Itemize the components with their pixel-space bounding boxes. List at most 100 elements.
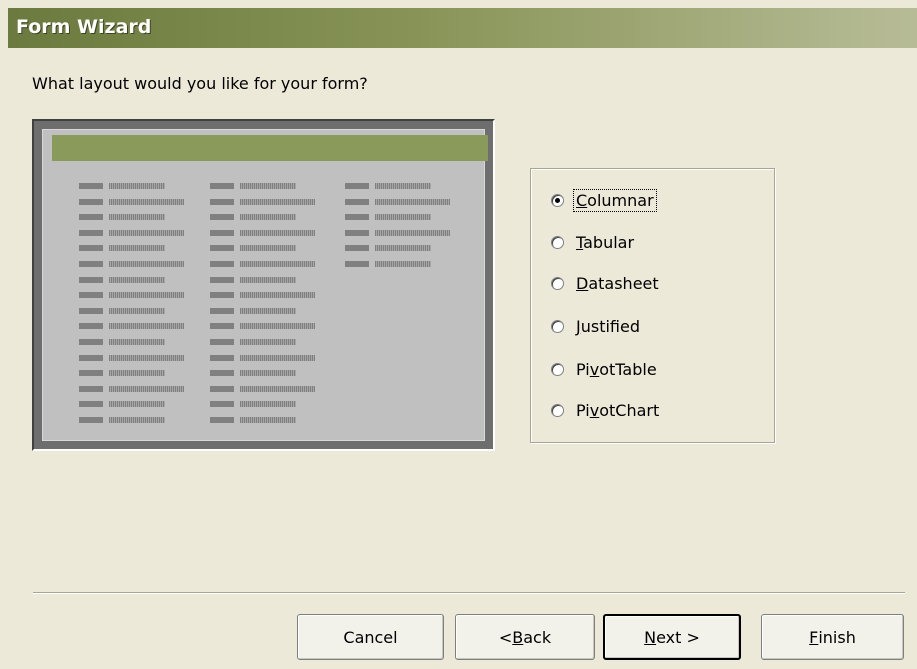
preview-field-label: [210, 292, 234, 299]
preview-field-label: [210, 214, 234, 221]
preview-field-value: [240, 307, 296, 314]
preview-field-value: [240, 276, 296, 283]
preview-form: [42, 129, 488, 441]
preview-field-value: [240, 323, 315, 330]
preview-field-value: [240, 401, 296, 408]
preview-field-label: [210, 245, 234, 252]
preview-field-label: [79, 183, 103, 189]
preview-header: [52, 135, 488, 161]
preview-field-label: [345, 261, 369, 267]
layout-prompt: What layout would you like for your form…: [32, 74, 368, 93]
option-columnar[interactable]: Columnar: [551, 188, 657, 212]
preview-field-value: [240, 198, 315, 205]
radio-datasheet[interactable]: [551, 276, 564, 290]
preview-field-value: [240, 261, 315, 267]
preview-field-value: [109, 339, 165, 345]
preview-field-label: [79, 292, 103, 299]
preview-field-label: [79, 261, 103, 267]
layout-options-group: Columnar Tabular Datasheet Justified Piv…: [530, 168, 775, 443]
preview-field-label: [79, 307, 103, 314]
preview-field-value: [240, 370, 296, 377]
preview-field-label: [210, 385, 234, 392]
radio-pivottable[interactable]: [551, 362, 564, 376]
preview-field-label: [79, 323, 103, 330]
preview-field-value: [240, 214, 296, 221]
preview-field-value: [109, 245, 165, 252]
option-label-columnar[interactable]: Columnar: [573, 188, 657, 212]
preview-field-label: [345, 245, 369, 252]
preview-field-value: [375, 198, 450, 205]
cancel-button[interactable]: Cancel: [297, 614, 444, 660]
button-divider: [33, 592, 905, 594]
preview-field-label: [210, 276, 234, 283]
radio-justified[interactable]: [551, 319, 564, 333]
radio-tabular[interactable]: [551, 235, 564, 249]
preview-field-label: [210, 417, 234, 423]
preview-field-value: [240, 417, 296, 423]
preview-field-label: [210, 354, 234, 361]
preview-field-label: [210, 198, 234, 205]
option-label-tabular[interactable]: Tabular: [574, 232, 636, 253]
preview-field-value: [240, 183, 296, 189]
preview-field-value: [109, 354, 184, 361]
preview-field-value: [109, 370, 165, 377]
preview-field-value: [109, 401, 165, 408]
radio-pivotchart[interactable]: [551, 403, 564, 417]
preview-field-value: [109, 198, 184, 205]
preview-field-value: [240, 339, 296, 345]
back-button[interactable]: < Back: [455, 614, 595, 660]
preview-field-label: [345, 183, 369, 189]
preview-field-label: [79, 370, 103, 377]
preview-field-value: [375, 229, 450, 236]
preview-field-label: [345, 214, 369, 221]
preview-field-value: [240, 245, 296, 252]
preview-field-label: [79, 276, 103, 283]
option-pivotchart[interactable]: PivotChart: [551, 398, 661, 422]
preview-field-value: [240, 229, 315, 236]
preview-field-value: [109, 214, 165, 221]
preview-field-label: [345, 229, 369, 236]
preview-field-value: [109, 307, 165, 314]
next-button[interactable]: Next >: [603, 614, 741, 660]
finish-button[interactable]: Finish: [761, 614, 904, 660]
title-bar: Form Wizard: [8, 8, 917, 48]
preview-field-label: [345, 198, 369, 205]
preview-field-label: [79, 214, 103, 221]
option-label-pivottable[interactable]: PivotTable: [574, 359, 659, 380]
preview-field-label: [210, 229, 234, 236]
option-datasheet[interactable]: Datasheet: [551, 271, 661, 295]
preview-field-value: [240, 354, 315, 361]
preview-field-value: [375, 183, 431, 189]
option-tabular[interactable]: Tabular: [551, 230, 636, 254]
preview-field-value: [109, 292, 184, 299]
option-label-justified[interactable]: Justified: [574, 316, 642, 337]
preview-field-label: [79, 229, 103, 236]
preview-field-value: [109, 323, 184, 330]
option-label-pivotchart[interactable]: PivotChart: [574, 400, 661, 421]
preview-field-label: [210, 401, 234, 408]
preview-field-label: [210, 261, 234, 267]
preview-field-label: [79, 245, 103, 252]
preview-field-label: [210, 307, 234, 314]
preview-field-value: [375, 214, 431, 221]
window-title: Form Wizard: [16, 16, 152, 38]
preview-field-label: [79, 417, 103, 423]
option-label-datasheet[interactable]: Datasheet: [574, 273, 661, 294]
radio-columnar[interactable]: [551, 193, 564, 207]
preview-field-value: [240, 385, 315, 392]
preview-field-label: [79, 198, 103, 205]
preview-field-value: [375, 261, 431, 267]
preview-field-label: [210, 370, 234, 377]
preview-field-value: [109, 276, 165, 283]
preview-field-value: [240, 292, 315, 299]
layout-preview: [32, 119, 495, 451]
preview-field-value: [109, 417, 165, 423]
option-justified[interactable]: Justified: [551, 314, 642, 338]
preview-field-label: [79, 385, 103, 392]
preview-field-value: [109, 183, 165, 189]
option-pivottable[interactable]: PivotTable: [551, 357, 659, 381]
preview-field-label: [79, 354, 103, 361]
preview-field-label: [79, 401, 103, 408]
preview-field-label: [210, 339, 234, 345]
preview-field-label: [79, 339, 103, 345]
